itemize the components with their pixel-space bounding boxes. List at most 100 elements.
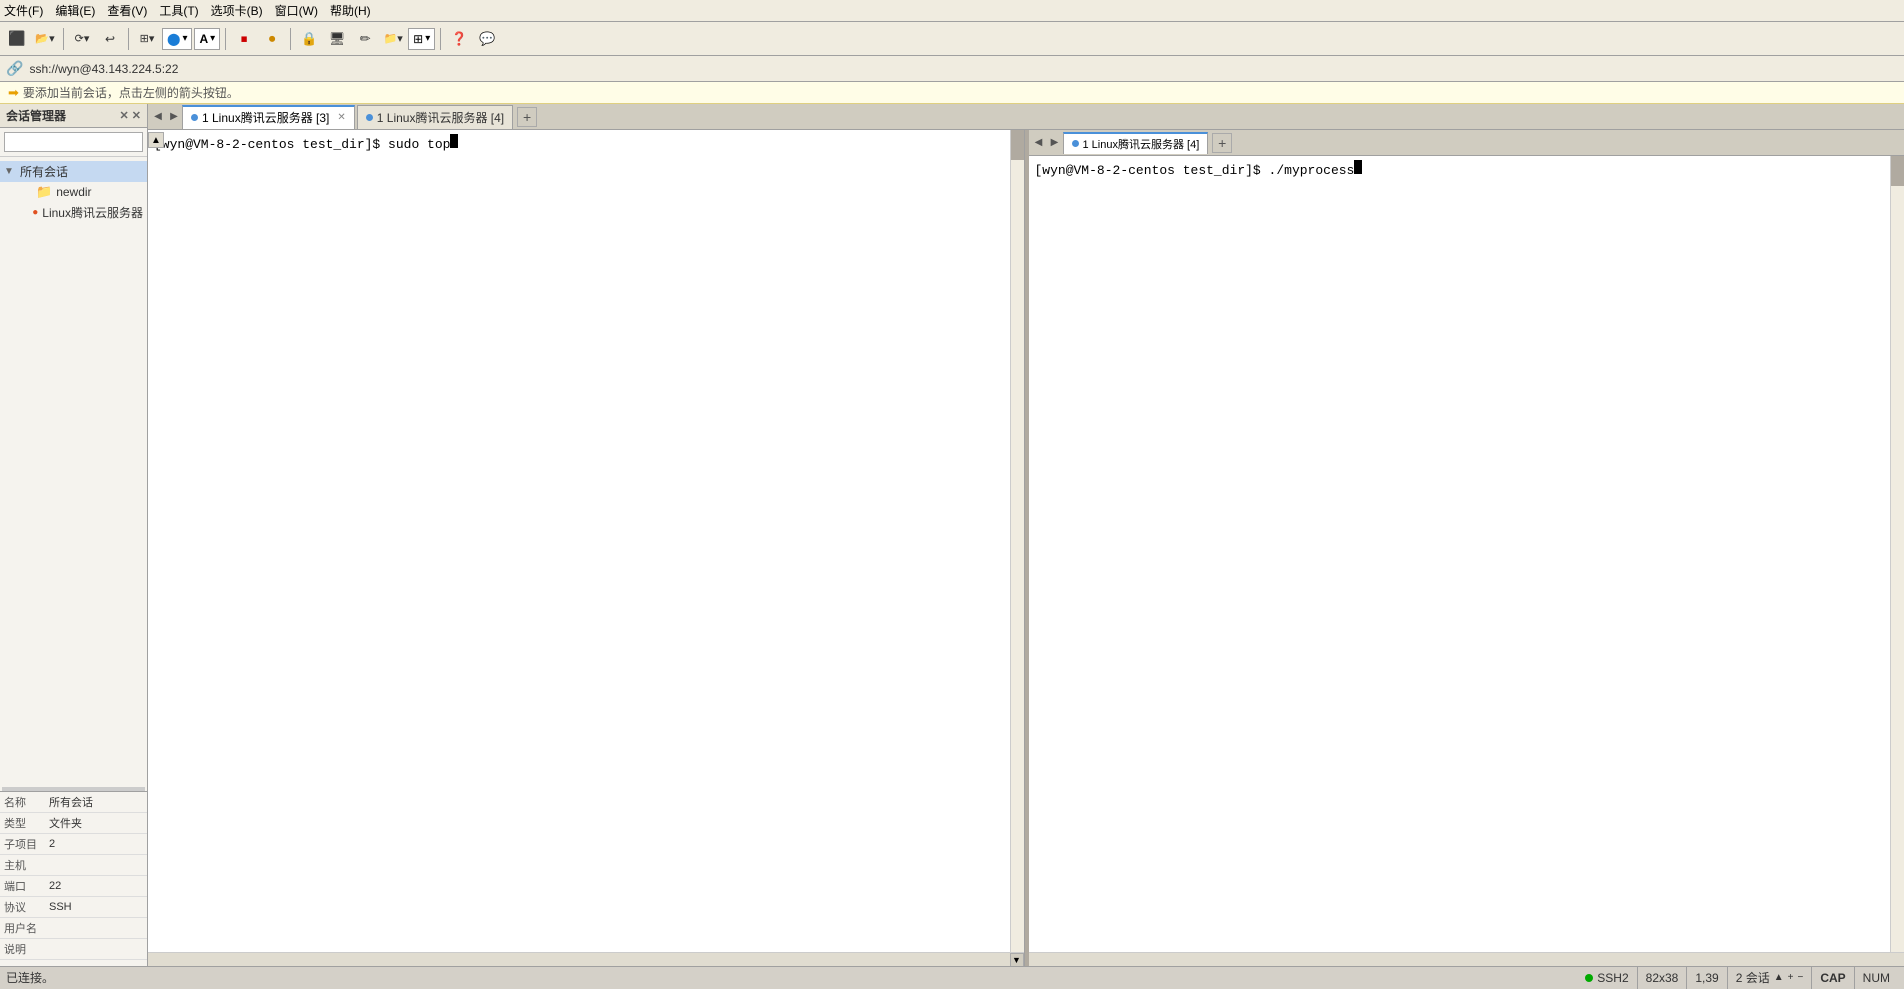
- prompt-left-text: [wyn@VM-8-2-centos test_dir]$ sudo top: [154, 137, 450, 152]
- tab-1-label: 1 Linux腾讯云服务器 [3]: [202, 109, 329, 126]
- sidebar: 会话管理器 ✕ ✕ ▼ 所有会话 📁 newdir ●: [0, 104, 148, 966]
- tree-item-server-label: Linux腾讯云服务器: [42, 204, 143, 221]
- props-scroll: 名称 所有会话 类型 文件夹 子项目 2 主机: [0, 792, 147, 966]
- tab-1-close[interactable]: ✕: [337, 112, 345, 123]
- edit-button[interactable]: ✏: [352, 26, 378, 52]
- pane-right-tab[interactable]: 1 Linux腾讯云服务器 [4]: [1063, 132, 1209, 154]
- address-icon: 🔗: [6, 60, 23, 77]
- sidebar-close-button[interactable]: ✕ ✕: [120, 109, 142, 122]
- tab-nav-left[interactable]: ◀: [150, 106, 166, 128]
- pane-right-nav-right[interactable]: ▶: [1047, 132, 1063, 154]
- menubar: 文件(F) 编辑(E) 查看(V) 工具(T) 选项卡(B) 窗口(W) 帮助(…: [0, 0, 1904, 22]
- menu-view[interactable]: 查看(V): [107, 2, 147, 19]
- status-ssh2: SSH2: [1577, 967, 1636, 989]
- layout-button[interactable]: ⊞▾: [134, 26, 160, 52]
- scrollbar-right-thumb[interactable]: [1891, 156, 1904, 186]
- status-size: 82x38: [1637, 967, 1687, 989]
- lock-button[interactable]: 🔒: [296, 26, 322, 52]
- props-table: 名称 所有会话 类型 文件夹 子项目 2 主机: [0, 792, 147, 960]
- terminal-left-content[interactable]: [wyn@VM-8-2-centos test_dir]$ sudo top: [148, 130, 1010, 952]
- status-sessions-arrow: ▲: [1774, 972, 1784, 983]
- status-cap: CAP: [1811, 967, 1853, 989]
- menu-tools[interactable]: 工具(T): [159, 2, 198, 19]
- prop-row-protocol: 协议 SSH: [0, 897, 147, 918]
- status-connected-text: 已连接。: [6, 969, 1577, 986]
- folder2-button[interactable]: 📁▾: [380, 26, 406, 52]
- scrollbar-left-thumb[interactable]: [1011, 130, 1024, 160]
- prop-val-desc: [45, 939, 147, 960]
- prop-key-host: 主机: [0, 855, 45, 876]
- prop-row-desc: 说明: [0, 939, 147, 960]
- pane-left-scroll-up[interactable]: ▲: [148, 132, 164, 148]
- stop-button[interactable]: ⏹: [231, 26, 257, 52]
- terminal-right-content[interactable]: [wyn@VM-8-2-centos test_dir]$ ./myproces…: [1029, 156, 1891, 952]
- menu-help[interactable]: 帮助(H): [330, 2, 371, 19]
- help-button[interactable]: ❓: [446, 26, 472, 52]
- sidebar-properties: 名称 所有会话 类型 文件夹 子项目 2 主机: [0, 791, 147, 966]
- terminal-left-scroll-area: ▲ [wyn@VM-8-2-centos test_dir]$ sudo top: [148, 130, 1024, 952]
- pane-left-scroll-down[interactable]: ▼: [1010, 953, 1024, 967]
- prop-key-children: 子项目: [0, 834, 45, 855]
- terminal-pane-right: ◀ ▶ 1 Linux腾讯云服务器 [4] + [wyn@VM-8-2-cent…: [1029, 130, 1904, 966]
- grid-dropdown[interactable]: ⊞▾: [408, 28, 435, 50]
- tab-dot-2: [366, 114, 373, 121]
- prop-key-name: 名称: [0, 792, 45, 813]
- pane-right-tab-label: 1 Linux腾讯云服务器 [4]: [1083, 136, 1200, 152]
- new-button[interactable]: ⬛: [4, 26, 30, 52]
- toolbar-sep-2: [128, 28, 129, 50]
- tree-item-newdir[interactable]: 📁 newdir: [0, 182, 147, 202]
- tab-nav-right[interactable]: ▶: [166, 106, 182, 128]
- undo-button[interactable]: ↩: [97, 26, 123, 52]
- status-green-dot: [1585, 974, 1593, 982]
- addressbar: 🔗 ssh://wyn@43.143.224.5:22: [0, 56, 1904, 82]
- prop-val-host: [45, 855, 147, 876]
- status-right: SSH2 82x38 1,39 2 会话 ▲ + − CAP NUM: [1577, 967, 1898, 989]
- prop-row-type: 类型 文件夹: [0, 813, 147, 834]
- pane-right-tab-bar: ◀ ▶ 1 Linux腾讯云服务器 [4] +: [1029, 130, 1904, 156]
- tab-2[interactable]: 1 Linux腾讯云服务器 [4]: [357, 105, 513, 129]
- pane-right-nav-left[interactable]: ◀: [1031, 132, 1047, 154]
- cursor-left: [450, 134, 458, 148]
- sidebar-header: 会话管理器 ✕ ✕: [0, 104, 147, 128]
- terminal-area: ◀ ▶ 1 Linux腾讯云服务器 [3] ✕ 1 Linux腾讯云服务器 [4…: [148, 104, 1904, 966]
- terminal-right-scrollbar[interactable]: [1890, 156, 1904, 952]
- prop-val-protocol: SSH: [45, 897, 147, 918]
- prop-row-children: 子项目 2: [0, 834, 147, 855]
- prop-row-host: 主机: [0, 855, 147, 876]
- font-dropdown[interactable]: A▾: [194, 28, 220, 50]
- monitor-button[interactable]: 🖥: [324, 26, 350, 52]
- menu-tabs[interactable]: 选项卡(B): [211, 2, 263, 19]
- tab-2-label: 1 Linux腾讯云服务器 [4]: [377, 109, 504, 126]
- tree-item-linux-server[interactable]: ● Linux腾讯云服务器: [0, 202, 147, 223]
- menu-file[interactable]: 文件(F): [4, 2, 43, 19]
- pane-right-add-button[interactable]: +: [1212, 133, 1232, 153]
- chat-button[interactable]: 💬: [474, 26, 500, 52]
- open-button[interactable]: 📂▾: [32, 26, 58, 52]
- address-text: ssh://wyn@43.143.224.5:22: [29, 62, 178, 76]
- prop-key-protocol: 协议: [0, 897, 45, 918]
- prop-key-type: 类型: [0, 813, 45, 834]
- main-area: 会话管理器 ✕ ✕ ▼ 所有会话 📁 newdir ●: [0, 104, 1904, 966]
- tab-1[interactable]: 1 Linux腾讯云服务器 [3] ✕: [182, 105, 355, 129]
- terminal-right-prompt: [wyn@VM-8-2-centos test_dir]$ ./myproces…: [1035, 160, 1885, 178]
- prop-val-name: 所有会话: [45, 792, 147, 813]
- status-sessions-label: 2 会话: [1736, 969, 1770, 986]
- tree-item-label: 所有会话: [20, 163, 68, 180]
- toolbar: ⬛ 📂▾ ⟳▾ ↩ ⊞▾ ⬤▾ A▾ ⏹ ⏺ 🔒 🖥 ✏ 📁▾ ⊞▾ ❓ 💬: [0, 22, 1904, 56]
- refresh-button[interactable]: ⟳▾: [69, 26, 95, 52]
- menu-edit[interactable]: 编辑(E): [55, 2, 95, 19]
- terminal-left-scrollbar[interactable]: [1010, 130, 1024, 952]
- menu-window[interactable]: 窗口(W): [275, 2, 318, 19]
- statusbar: 已连接。 SSH2 82x38 1,39 2 会话 ▲ + − CAP NUM: [0, 966, 1904, 988]
- sidebar-search-container: [0, 128, 147, 157]
- pane-right-tab-dot: [1072, 140, 1079, 147]
- record-button[interactable]: ⏺: [259, 26, 285, 52]
- sidebar-search-input[interactable]: [4, 132, 143, 152]
- prop-row-port: 端口 22: [0, 876, 147, 897]
- terminal-pane-left: ▲ [wyn@VM-8-2-centos test_dir]$ sudo top…: [148, 130, 1025, 966]
- tab-add-button[interactable]: +: [517, 107, 537, 127]
- cursor-right: [1354, 160, 1362, 174]
- color-dropdown[interactable]: ⬤▾: [162, 28, 192, 50]
- tree-item-all-sessions[interactable]: ▼ 所有会话: [0, 161, 147, 182]
- status-sessions: 2 会话 ▲ + −: [1727, 967, 1812, 989]
